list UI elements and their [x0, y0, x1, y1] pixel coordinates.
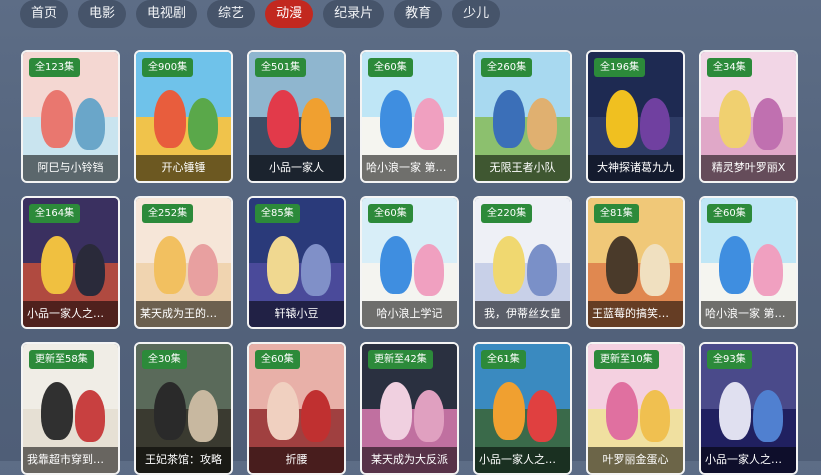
- card-title: 哈小浪一家 第二季: [701, 301, 796, 327]
- card-title: 我靠超市穿到古代: [23, 447, 118, 473]
- video-card[interactable]: 更新至10集叶罗丽金蛋心: [586, 342, 685, 475]
- card-title: 哈小浪上学记: [362, 301, 457, 327]
- video-card[interactable]: 全252集某天成为王的女儿: [134, 196, 233, 329]
- episode-badge: 全30集: [142, 350, 187, 369]
- card-title: 开心锤锤: [136, 155, 231, 181]
- episode-badge: 全61集: [481, 350, 526, 369]
- episode-badge: 全501集: [255, 58, 307, 77]
- episode-badge: 全34集: [707, 58, 752, 77]
- video-card[interactable]: 更新至42集某天成为大反派: [360, 342, 459, 475]
- tab-6[interactable]: 教育: [394, 0, 443, 28]
- episode-badge: 全85集: [255, 204, 300, 223]
- card-title: 小品一家人之战斗: [701, 447, 796, 473]
- category-nav: 首页 电影 电视剧 综艺 动漫 纪录片 教育 少儿: [20, 0, 501, 30]
- episode-badge: 全260集: [481, 58, 533, 77]
- episode-badge: 全123集: [29, 58, 81, 77]
- card-title: 我，伊蒂丝女皇: [475, 301, 570, 327]
- video-card[interactable]: 全30集王妃茶馆：攻略: [134, 342, 233, 475]
- card-title: 阿巳与小铃铛: [23, 155, 118, 181]
- video-card[interactable]: 全93集小品一家人之战斗: [699, 342, 798, 475]
- episode-badge: 全60集: [255, 350, 300, 369]
- card-title: 小品一家人: [249, 155, 344, 181]
- card-title: 小品一家人之奇幻冒险: [23, 301, 118, 327]
- episode-badge: 全60集: [707, 204, 752, 223]
- video-card[interactable]: 全260集无限王者小队: [473, 50, 572, 183]
- card-title: 轩辕小豆: [249, 301, 344, 327]
- video-card[interactable]: 更新至58集我靠超市穿到古代: [21, 342, 120, 475]
- card-title: 王蓝莓的搞笑日常: [588, 301, 683, 327]
- episode-badge: 全220集: [481, 204, 533, 223]
- video-card[interactable]: 全900集开心锤锤: [134, 50, 233, 183]
- tab-5[interactable]: 纪录片: [323, 0, 385, 28]
- card-title: 小品一家人之穿越: [475, 447, 570, 473]
- episode-badge: 全93集: [707, 350, 752, 369]
- card-title: 大神探诸葛九九: [588, 155, 683, 181]
- card-title: 叶罗丽金蛋心: [588, 447, 683, 473]
- card-title: 某天成为王的女儿: [136, 301, 231, 327]
- video-card[interactable]: 全60集哈小浪一家 第三季: [360, 50, 459, 183]
- episode-badge: 全60集: [368, 204, 413, 223]
- episode-badge: 全196集: [594, 58, 646, 77]
- video-card[interactable]: 全501集小品一家人: [247, 50, 346, 183]
- episode-badge: 全252集: [142, 204, 194, 223]
- episode-badge: 更新至42集: [368, 350, 433, 369]
- episode-badge: 全164集: [29, 204, 81, 223]
- video-card[interactable]: 全196集大神探诸葛九九: [586, 50, 685, 183]
- card-title: 无限王者小队: [475, 155, 570, 181]
- tab-2[interactable]: 电视剧: [136, 0, 198, 28]
- video-card[interactable]: 全61集小品一家人之穿越: [473, 342, 572, 475]
- episode-badge: 更新至10集: [594, 350, 659, 369]
- video-card[interactable]: 全34集精灵梦叶罗丽X: [699, 50, 798, 183]
- episode-badge: 全60集: [368, 58, 413, 77]
- tab-4[interactable]: 动漫: [265, 0, 314, 28]
- video-card[interactable]: 全220集我，伊蒂丝女皇: [473, 196, 572, 329]
- video-card[interactable]: 全60集哈小浪上学记: [360, 196, 459, 329]
- content-grid: 全123集 阿巳与小铃铛 全900集 开心锤锤 全501集 小品一家人 全60集 哈小浪一家 …: [21, 50, 798, 475]
- tab-7[interactable]: 少儿: [452, 0, 501, 28]
- tab-3[interactable]: 综艺: [207, 0, 256, 28]
- video-card[interactable]: 全85集轩辕小豆: [247, 196, 346, 329]
- card-title: 折腰: [249, 447, 344, 473]
- tab-0[interactable]: 首页: [20, 0, 69, 28]
- video-card[interactable]: 全60集折腰: [247, 342, 346, 475]
- video-card[interactable]: 全123集阿巳与小铃铛: [21, 50, 120, 183]
- card-title: 精灵梦叶罗丽X: [701, 155, 796, 181]
- video-card[interactable]: 全60集哈小浪一家 第二季: [699, 196, 798, 329]
- card-title: 某天成为大反派: [362, 447, 457, 473]
- video-card[interactable]: 全81集王蓝莓的搞笑日常: [586, 196, 685, 329]
- card-title: 王妃茶馆：攻略: [136, 447, 231, 473]
- episode-badge: 更新至58集: [29, 350, 94, 369]
- episode-badge: 全81集: [594, 204, 639, 223]
- episode-badge: 全900集: [142, 58, 194, 77]
- video-card[interactable]: 全164集小品一家人之奇幻冒险: [21, 196, 120, 329]
- card-title: 哈小浪一家 第三季: [362, 155, 457, 181]
- tab-1[interactable]: 电影: [78, 0, 127, 28]
